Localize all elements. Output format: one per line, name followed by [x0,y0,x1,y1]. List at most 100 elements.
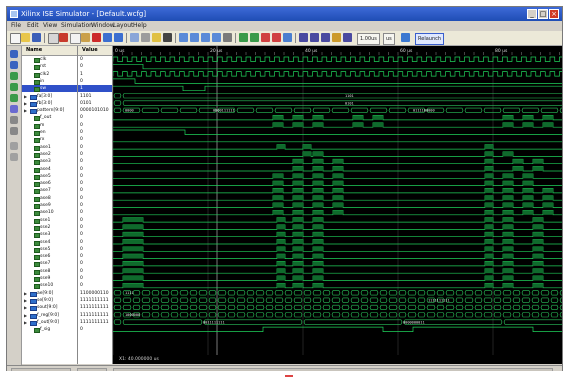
undo-icon[interactable] [103,33,112,42]
signal-row[interactable]: ase1 [22,144,77,151]
go-prev-edge-icon[interactable] [239,33,248,42]
cursor-icon[interactable] [10,127,18,135]
menu-window[interactable]: Window [91,21,115,31]
name-column-header[interactable]: Name [22,46,77,56]
radix-icon[interactable] [10,142,18,150]
signal-row[interactable]: ase10 [22,209,77,217]
signal-row[interactable]: ▶ f_reg[9:0] [22,312,77,319]
menu-layout[interactable]: Layout [113,21,133,31]
expand-icon[interactable]: ▶ [24,291,27,296]
signal-value-row[interactable]: 0 [78,63,112,70]
signal-value-row[interactable]: 1111111111 [78,304,112,311]
signal-value-row[interactable]: 0 [78,275,112,282]
expand-icon[interactable]: ▶ [24,108,27,113]
paste-icon[interactable] [81,33,90,42]
signal-value-row[interactable]: 1100000110 [78,290,112,297]
close-button[interactable]: × [549,9,559,19]
relaunch-button[interactable]: Relaunch [415,33,445,45]
signal-row[interactable]: rst [22,63,77,71]
signal-value-row[interactable]: 0 [78,173,112,180]
signal-row[interactable]: ase7 [22,187,77,195]
menu-edit[interactable]: Edit [27,21,39,31]
step-icon[interactable] [321,33,330,42]
run-icon[interactable] [163,33,172,42]
signal-value-row[interactable]: 0 [78,151,112,158]
signal-row[interactable]: sse3 [22,231,77,239]
signal-value-row[interactable]: 0 [78,268,112,275]
signal-value-row[interactable]: 0 [78,56,112,63]
expand-icon[interactable]: ▶ [24,320,27,325]
swap-cursors-icon[interactable] [283,33,292,42]
properties-icon[interactable] [10,153,18,161]
go-next-edge-icon[interactable] [250,33,259,42]
signal-row[interactable]: en [22,129,77,136]
signal-row[interactable]: sse7 [22,260,77,268]
signal-row[interactable]: ase4 [22,166,77,173]
waveform-canvas[interactable]: 0 us 20 us 40 us 60 us 80 us110101010000 0000… [113,46,563,364]
signal-row[interactable]: ase3 [22,158,77,166]
signal-value-row[interactable]: 0 [78,326,112,333]
signal-row[interactable]: rx [22,136,77,144]
zoom-full-icon[interactable] [212,33,221,42]
signal-value-row[interactable]: 1 [78,85,112,93]
signal-value-row[interactable]: 0 [78,260,112,267]
expand-icon[interactable]: ▶ [24,305,27,310]
signal-row[interactable]: in [22,78,77,85]
signal-row[interactable]: ▶ pattern[9:0] [22,107,77,115]
menu-help[interactable]: Help [133,21,147,31]
signal-row[interactable]: ▶ sout[9:0] [22,304,77,312]
expand-icon[interactable]: ▶ [24,313,27,318]
signal-row[interactable]: sse6 [22,253,77,261]
signal-value-row[interactable]: 1 [78,71,112,78]
signal-row[interactable]: ase8 [22,195,77,202]
restart-icon[interactable] [299,33,308,42]
divider-icon[interactable] [10,105,18,113]
signal-value-row[interactable]: 0 [78,78,112,85]
signal-row[interactable]: ase5 [22,173,77,180]
delete-icon[interactable] [92,33,101,42]
add-bus-icon[interactable] [10,83,18,91]
expand-icon[interactable]: ▶ [24,101,27,106]
signal-row[interactable]: ▶ se[9:0] [22,297,77,304]
remove-marker-icon[interactable] [272,33,281,42]
signal-value-row[interactable]: 0 [78,217,112,224]
signal-value-row[interactable]: 0 [78,246,112,253]
find-icon[interactable] [130,33,139,42]
value-column-header[interactable]: Value [78,46,112,56]
add-marker-icon[interactable] [261,33,270,42]
signal-row[interactable]: f_sig [22,326,77,334]
signal-value-row[interactable]: 0 [78,144,112,151]
signal-value-row[interactable]: 0 [78,180,112,187]
signal-row[interactable]: ase6 [22,180,77,188]
signal-row[interactable]: sse8 [22,268,77,275]
open-folder-icon[interactable] [21,33,30,42]
expand-icon[interactable]: ▶ [24,298,27,303]
signal-row[interactable]: clk [22,56,77,63]
signal-row[interactable]: ▶ fa[3:0] [22,93,77,100]
expand-icon[interactable]: ▶ [24,94,27,99]
redo-icon[interactable] [114,33,123,42]
run-all-icon[interactable] [310,33,319,42]
run-time-field[interactable]: 1.00us [357,33,380,45]
print-icon[interactable] [48,33,59,44]
signal-row[interactable]: sw [22,85,77,93]
sort-icon[interactable] [141,33,150,42]
signal-value-row[interactable]: 0 [78,122,112,129]
cut-icon[interactable] [59,33,68,42]
marker-icon[interactable] [10,116,18,124]
copy-icon[interactable] [70,33,81,44]
zoom-in-icon[interactable] [179,33,188,42]
signal-row[interactable]: sse1 [22,217,77,224]
run-for-time-icon[interactable] [401,33,410,42]
signal-row[interactable]: ▶ f_out[9:0] [22,319,77,326]
group-icon[interactable] [10,94,18,102]
signal-value-row[interactable]: 0 [78,114,112,121]
waveform-viewer[interactable]: 0 us 20 us 40 us 60 us 80 us 1101 0101 0000 0000… [113,46,563,364]
signal-value-row[interactable]: 0 [78,129,112,136]
signal-row[interactable]: sse5 [22,246,77,253]
zoom-in-icon[interactable] [10,50,18,58]
signal-row[interactable]: sse2 [22,224,77,231]
zoom-fit-icon[interactable] [201,33,210,42]
signal-value-row[interactable]: 0 [78,158,112,165]
signal-value-row[interactable]: 1111111111 [78,319,112,326]
